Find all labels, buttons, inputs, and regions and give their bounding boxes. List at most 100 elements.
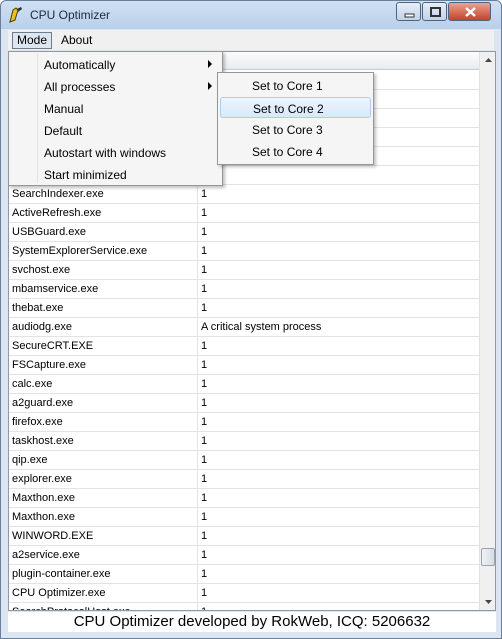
title-bar[interactable]: CPU Optimizer	[1, 1, 501, 29]
table-row[interactable]: firefox.exe 1	[9, 413, 479, 432]
menu-bar: Mode About	[8, 30, 494, 50]
menu-item-autostart[interactable]: Autostart with windows	[11, 142, 220, 163]
table-row[interactable]: ActiveRefresh.exe 1	[9, 204, 479, 223]
table-row[interactable]: Maxthon.exe 1	[9, 489, 479, 508]
process-name-cell: audiodg.exe	[12, 321, 72, 333]
column-divider	[197, 356, 198, 375]
submenu-item-core-2[interactable]: Set to Core 2	[220, 97, 371, 118]
submenu-item-core-3[interactable]: Set to Core 3	[220, 119, 371, 140]
process-value-cell: 1	[201, 416, 208, 428]
process-name-cell: SecureCRT.EXE	[12, 340, 94, 352]
column-divider	[197, 185, 198, 204]
submenu-item-label: Set to Core 1	[252, 79, 323, 93]
column-divider	[197, 584, 198, 603]
table-row[interactable]: a2service.exe 1	[9, 546, 479, 565]
table-row[interactable]: a2guard.exe 1	[9, 394, 479, 413]
table-row[interactable]: calc.exe 1	[9, 375, 479, 394]
process-value-cell: 1	[201, 264, 208, 276]
menu-item-automatically[interactable]: Automatically	[11, 54, 220, 75]
chevron-up-icon	[485, 58, 492, 62]
table-row[interactable]: audiodg.exe A critical system process	[9, 318, 479, 337]
process-value-cell: 1	[201, 359, 208, 371]
column-divider	[197, 299, 198, 318]
table-row[interactable]: SearchProtocolHost.exe 1	[9, 603, 479, 610]
table-row[interactable]: taskhost.exe 1	[9, 432, 479, 451]
scroll-thumb[interactable]	[481, 548, 495, 566]
process-name-cell: FSCapture.exe	[12, 359, 86, 371]
column-divider	[197, 527, 198, 546]
process-name-cell: thebat.exe	[12, 302, 64, 314]
menu-item-default[interactable]: Default	[11, 120, 220, 141]
table-row[interactable]: USBGuard.exe 1	[9, 223, 479, 242]
process-value-cell: 1	[201, 549, 208, 561]
column-divider	[197, 375, 198, 394]
column-divider	[197, 223, 198, 242]
chevron-down-icon	[485, 600, 492, 604]
submenu-item-core-1[interactable]: Set to Core 1	[220, 75, 371, 96]
process-value-cell: 1	[201, 397, 208, 409]
close-button[interactable]	[448, 2, 491, 21]
menu-item-manual[interactable]: Manual	[11, 98, 220, 119]
process-name-cell: explorer.exe	[12, 473, 72, 485]
process-value-cell: 1	[201, 378, 208, 390]
table-row[interactable]: qip.exe 1	[9, 451, 479, 470]
process-value-cell: 1	[201, 302, 208, 314]
process-value-cell: A critical system process	[201, 321, 322, 333]
process-name-cell: CPU Optimizer.exe	[12, 587, 106, 599]
process-name-cell: mbamservice.exe	[12, 283, 99, 295]
table-row[interactable]: SearchIndexer.exe 1	[9, 185, 479, 204]
status-footer: CPU Optimizer developed by RokWeb, ICQ: …	[8, 612, 496, 632]
menu-item-label: Autostart with windows	[44, 146, 167, 160]
column-divider	[197, 432, 198, 451]
table-row[interactable]: SecureCRT.EXE 1	[9, 337, 479, 356]
process-value-cell: 1	[201, 207, 208, 219]
table-row[interactable]: svchost.exe 1	[9, 261, 479, 280]
table-row[interactable]: explorer.exe 1	[9, 470, 479, 489]
submenu-item-label: Set to Core 2	[253, 102, 324, 116]
table-row[interactable]: mbamservice.exe 1	[9, 280, 479, 299]
menu-item-label: Start minimized	[44, 168, 127, 182]
scroll-down-button[interactable]	[480, 593, 495, 610]
table-row[interactable]: Maxthon.exe 1	[9, 508, 479, 527]
process-value-cell: 1	[201, 188, 208, 200]
column-divider	[197, 242, 198, 261]
process-value-cell: 1	[201, 606, 207, 610]
window-title: CPU Optimizer	[30, 8, 111, 22]
chevron-right-icon	[208, 60, 212, 68]
process-value-cell: 1	[201, 245, 208, 257]
column-divider	[197, 565, 198, 584]
menu-item-all-processes[interactable]: All processes	[11, 76, 220, 97]
column-divider	[197, 470, 198, 489]
column-divider	[197, 413, 198, 432]
process-name-cell: SystemExplorerService.exe	[12, 245, 148, 257]
table-row[interactable]: CPU Optimizer.exe 1	[9, 584, 479, 603]
menu-item-label: Automatically	[44, 58, 116, 72]
table-row[interactable]: thebat.exe 1	[9, 299, 479, 318]
table-row[interactable]: WINWORD.EXE 1	[9, 527, 479, 546]
column-divider	[197, 489, 198, 508]
maximize-icon	[430, 7, 441, 17]
maximize-button[interactable]	[422, 2, 447, 21]
table-row[interactable]: SystemExplorerService.exe 1	[9, 242, 479, 261]
menu-item-label: All processes	[44, 80, 116, 94]
vertical-scrollbar[interactable]	[479, 52, 495, 610]
scroll-up-button[interactable]	[480, 52, 495, 69]
column-divider	[197, 394, 198, 413]
process-value-cell: 1	[201, 454, 208, 466]
submenu-item-label: Set to Core 4	[252, 145, 323, 159]
minimize-button[interactable]	[396, 2, 421, 21]
process-name-cell: qip.exe	[12, 454, 48, 466]
process-name-cell: calc.exe	[12, 378, 53, 390]
process-name-cell: svchost.exe	[12, 264, 71, 276]
submenu-item-core-4[interactable]: Set to Core 4	[220, 141, 371, 162]
menu-about[interactable]: About	[60, 32, 93, 49]
process-value-cell: 1	[201, 511, 208, 523]
process-name-cell: SearchIndexer.exe	[12, 188, 104, 200]
process-name-cell: USBGuard.exe	[12, 226, 86, 238]
process-value-cell: 1	[201, 283, 208, 295]
table-row[interactable]: FSCapture.exe 1	[9, 356, 479, 375]
menu-mode[interactable]: Mode	[12, 32, 53, 49]
menu-item-start-minimized[interactable]: Start minimized	[11, 164, 220, 185]
table-row[interactable]: plugin-container.exe 1	[9, 565, 479, 584]
process-value-cell: 1	[201, 435, 208, 447]
